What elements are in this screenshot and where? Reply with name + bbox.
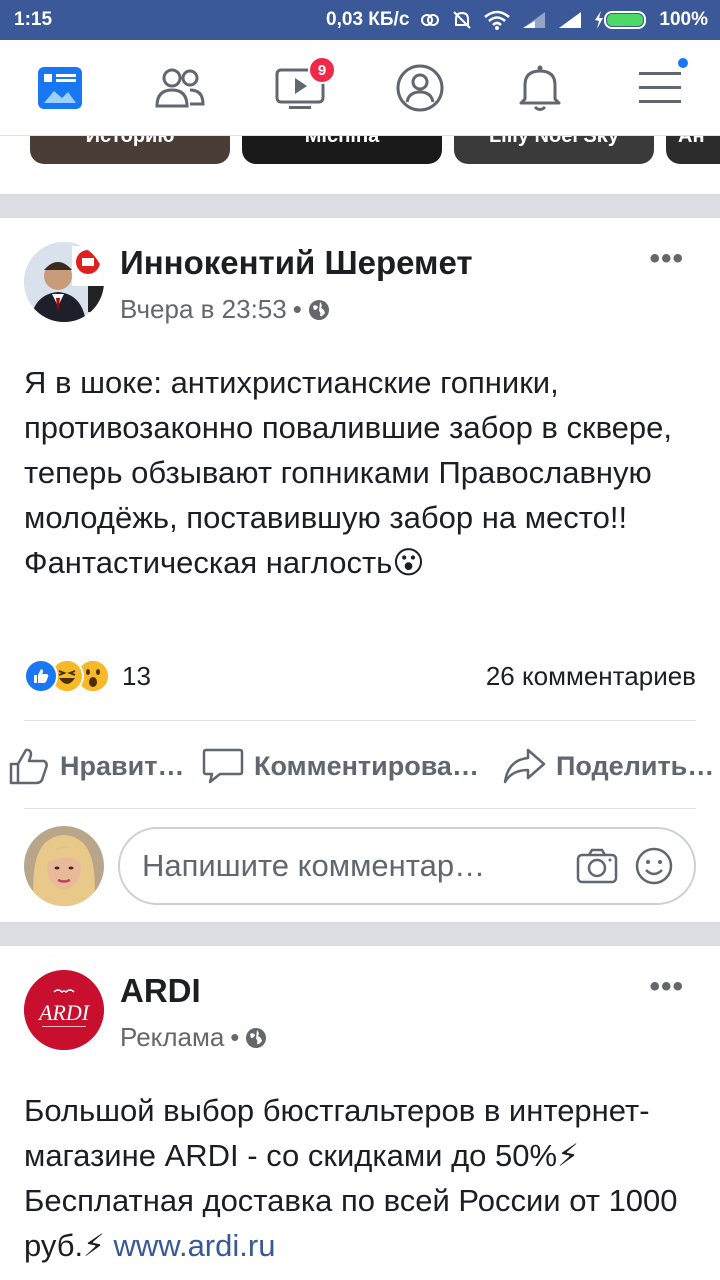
story-card[interactable]: Lilly Noel Sky <box>454 136 654 164</box>
feed-separator <box>0 194 720 218</box>
svg-text:ARDI: ARDI <box>37 1000 91 1025</box>
stories-strip: Историю Michina Lilly Noel Sky Ан <box>0 136 720 194</box>
comment-icon <box>202 748 244 784</box>
avatar[interactable] <box>24 242 104 322</box>
post-meta: Реклама • <box>120 1022 267 1053</box>
story-card[interactable]: Michina <box>242 136 442 164</box>
post-actions: Нравит… Комментирова… Поделить… <box>0 736 720 796</box>
emoji-icon[interactable] <box>634 846 674 886</box>
menu-icon <box>639 72 681 103</box>
avatar[interactable]: ARDI <box>24 970 104 1050</box>
signal-icon <box>523 12 546 28</box>
network-speed: 0,03 КБ/с <box>326 9 410 30</box>
current-user-avatar[interactable] <box>24 826 104 906</box>
menu-notification-dot <box>676 56 690 70</box>
post-time[interactable]: Вчера в 23:53 <box>120 294 287 325</box>
top-navbar: 9 <box>0 40 720 136</box>
sponsored-post: ARDI ARDI Реклама • ••• Большой выбор бю… <box>0 946 720 1280</box>
share-button[interactable]: Поделить… <box>502 746 716 786</box>
globe-icon <box>308 299 329 320</box>
like-reaction-icon <box>24 659 58 693</box>
post-text: Я в шоке: антихристианские гопники, прот… <box>24 365 673 580</box>
tab-menu[interactable] <box>634 56 690 114</box>
thumbs-up-icon <box>9 748 48 785</box>
globe-icon <box>246 1027 267 1048</box>
divider <box>24 808 696 809</box>
feed-post: Иннокентий Шеремет Вчера в 23:53 • ••• Я… <box>0 218 720 922</box>
profile-icon <box>396 64 444 112</box>
comment-button[interactable]: Комментирова… <box>202 746 486 786</box>
status-icons: 0,03 КБ/с 100% <box>326 9 708 31</box>
post-text: Большой выбор бюстгальтеров в интернет-м… <box>24 1093 678 1263</box>
comment-placeholder: Напишите комментар… <box>142 848 486 883</box>
ardi-logo: ARDI <box>24 970 104 1050</box>
tab-video[interactable]: 9 <box>274 56 336 114</box>
post-author[interactable]: Иннокентий Шеремет <box>120 244 473 282</box>
bell-icon <box>519 65 561 111</box>
share-icon <box>503 748 546 784</box>
tab-news-feed[interactable] <box>34 62 86 114</box>
post-more-button[interactable]: ••• <box>649 970 684 1004</box>
comments-count[interactable]: 26 комментариев <box>486 661 696 692</box>
tab-notifications[interactable] <box>514 62 566 114</box>
mute-bell-icon <box>453 11 472 29</box>
post-meta: Вчера в 23:53 • <box>120 294 330 325</box>
story-card[interactable]: Ан <box>666 136 720 164</box>
user-photo <box>24 826 104 906</box>
comment-composer: Напишите комментар… <box>24 826 696 906</box>
signal-icon-2 <box>559 12 582 28</box>
meta-separator: • <box>230 1022 240 1052</box>
status-bar: 1:15 0,03 КБ/с 100% <box>0 0 720 40</box>
camera-icon[interactable] <box>576 848 618 884</box>
status-time: 1:15 <box>14 9 53 30</box>
news-feed-icon <box>38 67 82 109</box>
like-button[interactable]: Нравит… <box>8 746 188 786</box>
friends-icon <box>155 68 205 108</box>
divider <box>24 720 696 721</box>
feed-separator <box>0 922 720 946</box>
wifi-icon <box>484 10 511 30</box>
reactions-row[interactable]: 13 26 комментариев <box>24 656 696 696</box>
post-author[interactable]: ARDI <box>120 972 201 1010</box>
author-photo <box>24 242 104 322</box>
tab-friends[interactable] <box>154 62 206 114</box>
video-badge: 9 <box>308 56 336 84</box>
sponsored-label: Реклама <box>120 1022 225 1052</box>
battery-level: 100% <box>659 9 708 30</box>
story-card[interactable]: Историю <box>30 136 230 164</box>
ad-link[interactable]: www.ardi.ru <box>114 1228 276 1263</box>
comment-input[interactable]: Напишите комментар… <box>118 827 696 905</box>
battery-icon <box>595 11 647 29</box>
meta-separator: • <box>292 294 302 324</box>
tab-profile[interactable] <box>394 62 446 114</box>
post-more-button[interactable]: ••• <box>649 242 684 276</box>
reactions-count: 13 <box>122 660 151 691</box>
sync-icon <box>421 14 440 26</box>
